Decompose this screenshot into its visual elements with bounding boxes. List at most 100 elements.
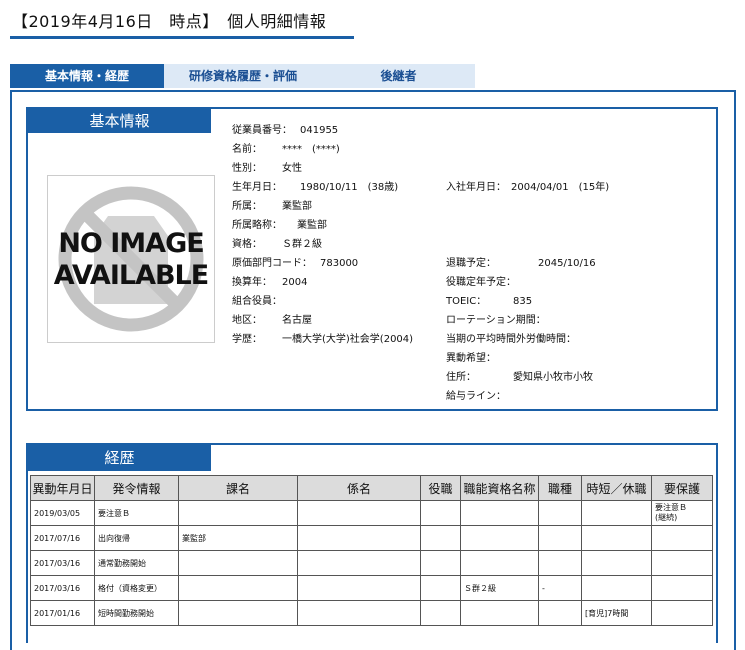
tab-basic-info-career[interactable]: 基本情報・経歴 xyxy=(10,64,164,88)
col-position: 役職 xyxy=(420,475,461,501)
table-cell xyxy=(420,600,461,626)
toeic-value: 835 xyxy=(513,296,533,307)
table-cell xyxy=(297,500,421,526)
col-order-info: 発令情報 xyxy=(94,475,179,501)
conversion-year-label: 換算年： xyxy=(232,277,272,288)
table-cell xyxy=(651,575,713,601)
hire-date-value: 2004/04/01 (15年) xyxy=(511,182,610,193)
table-cell xyxy=(420,575,461,601)
employee-number-value: 041955 xyxy=(300,125,339,136)
tab-training-qualification-evaluation[interactable]: 研修資格履歴・評価 xyxy=(164,64,322,88)
region-label: 地区： xyxy=(232,315,262,326)
basic-info-heading: 基本情報 xyxy=(28,109,211,133)
table-cell: Ｓ群２級 xyxy=(460,575,539,601)
available-text: AVAILABLE xyxy=(53,260,209,291)
col-unit-name: 係名 xyxy=(297,475,421,501)
department-abbr-label: 所属略称： xyxy=(232,220,282,231)
table-cell xyxy=(420,500,461,526)
table-cell: 業監部 xyxy=(178,525,298,551)
table-cell: [育児]7時間 xyxy=(581,600,652,626)
tab-successor[interactable]: 後継者 xyxy=(322,64,475,88)
table-cell: 要注意Ｂ (継続) xyxy=(651,500,713,526)
name-value: **** (****) xyxy=(282,144,340,155)
region-value: 名古屋 xyxy=(282,315,312,326)
table-cell xyxy=(651,550,713,576)
hire-date-label: 入社年月日： xyxy=(446,182,506,193)
table-cell xyxy=(178,575,298,601)
table-cell xyxy=(297,525,421,551)
education-label: 学歴： xyxy=(232,334,262,345)
table-row: 2017/03/16 格付（資格変更） Ｓ群２級 - xyxy=(30,575,713,601)
name-label: 名前： xyxy=(232,144,262,155)
table-cell xyxy=(581,500,652,526)
union-officer-label: 組合役員： xyxy=(232,296,282,307)
table-cell xyxy=(420,525,461,551)
table-row: 2017/03/16 通常勤務開始 xyxy=(30,550,713,576)
no-image-icon xyxy=(58,186,204,332)
table-cell xyxy=(651,600,713,626)
table-cell xyxy=(581,525,652,551)
table-cell: 出向復帰 xyxy=(94,525,179,551)
col-short-hours-leave: 時短／休職 xyxy=(581,475,652,501)
conversion-year-value: 2004 xyxy=(282,277,308,288)
table-cell xyxy=(460,525,539,551)
table-cell: 2017/03/16 xyxy=(30,550,95,576)
no-image-text: NO IMAGE xyxy=(58,228,204,259)
table-cell xyxy=(178,550,298,576)
cost-center-code-value: 783000 xyxy=(320,258,359,269)
table-cell xyxy=(297,575,421,601)
department-value: 業監部 xyxy=(282,201,312,212)
history-header-row: 異動年月日 発令情報 課名 係名 役職 職能資格名称 職種 時短／休職 要保護 xyxy=(30,475,713,501)
title-underline xyxy=(10,36,354,39)
table-cell xyxy=(297,600,421,626)
address-value: 愛知県小牧市小牧 xyxy=(513,372,593,383)
table-cell: 2017/03/16 xyxy=(30,575,95,601)
table-cell xyxy=(581,575,652,601)
table-cell xyxy=(538,500,582,526)
table-cell xyxy=(538,600,582,626)
avg-overtime-label: 当期の平均時間外労働時間： xyxy=(446,334,576,345)
table-row: 2017/07/16 出向復帰 業監部 xyxy=(30,525,713,551)
table-cell xyxy=(460,600,539,626)
table-cell: 格付（資格変更） xyxy=(94,575,179,601)
retirement-date-value: 2045/10/16 xyxy=(538,258,596,269)
table-cell: 2017/07/16 xyxy=(30,525,95,551)
qualification-label: 資格： xyxy=(232,239,262,250)
page-title: 【2019年4月16日 時点】 個人明細情報 xyxy=(12,12,327,31)
birth-date-value: 1980/10/11 (38歳) xyxy=(300,182,399,193)
table-cell xyxy=(420,550,461,576)
table-cell xyxy=(581,550,652,576)
education-value: 一橋大学(大学)社会学(2004) xyxy=(282,334,414,345)
table-cell: 2019/03/05 xyxy=(30,500,95,526)
table-cell: 短時間勤務開始 xyxy=(94,600,179,626)
table-cell xyxy=(538,550,582,576)
table-cell xyxy=(460,550,539,576)
table-cell: 通常勤務開始 xyxy=(94,550,179,576)
history-table: 異動年月日 発令情報 課名 係名 役職 職能資格名称 職種 時短／休職 要保護 … xyxy=(30,475,713,626)
gender-label: 性別： xyxy=(232,163,262,174)
cost-center-code-label: 原価部門コード： xyxy=(232,258,312,269)
qualification-value: Ｓ群２級 xyxy=(282,239,322,250)
table-cell xyxy=(178,500,298,526)
table-cell xyxy=(651,525,713,551)
table-cell: - xyxy=(538,575,582,601)
history-heading: 経歴 xyxy=(28,445,211,471)
toeic-label: TOEIC： xyxy=(446,296,487,307)
rotation-period-label: ローテーション期間： xyxy=(446,315,546,326)
address-label: 住所： xyxy=(446,372,476,383)
position-retirement-label: 役職定年予定： xyxy=(446,277,516,288)
gender-value: 女性 xyxy=(282,163,302,174)
transfer-request-label: 異動希望： xyxy=(446,353,496,364)
table-cell xyxy=(297,550,421,576)
table-cell xyxy=(178,600,298,626)
col-section-name: 課名 xyxy=(178,475,298,501)
retirement-date-label: 退職予定： xyxy=(446,258,496,269)
col-protection: 要保護 xyxy=(651,475,713,501)
table-row: 2019/03/05 要注意Ｂ 要注意Ｂ (継続) xyxy=(30,500,713,526)
table-cell xyxy=(460,500,539,526)
table-row: 2017/01/16 短時間勤務開始 [育児]7時間 xyxy=(30,600,713,626)
department-label: 所属： xyxy=(232,201,262,212)
employee-number-label: 従業員番号： xyxy=(232,125,292,136)
profile-photo: NO IMAGE AVAILABLE xyxy=(47,175,215,343)
col-transfer-date: 異動年月日 xyxy=(30,475,95,501)
